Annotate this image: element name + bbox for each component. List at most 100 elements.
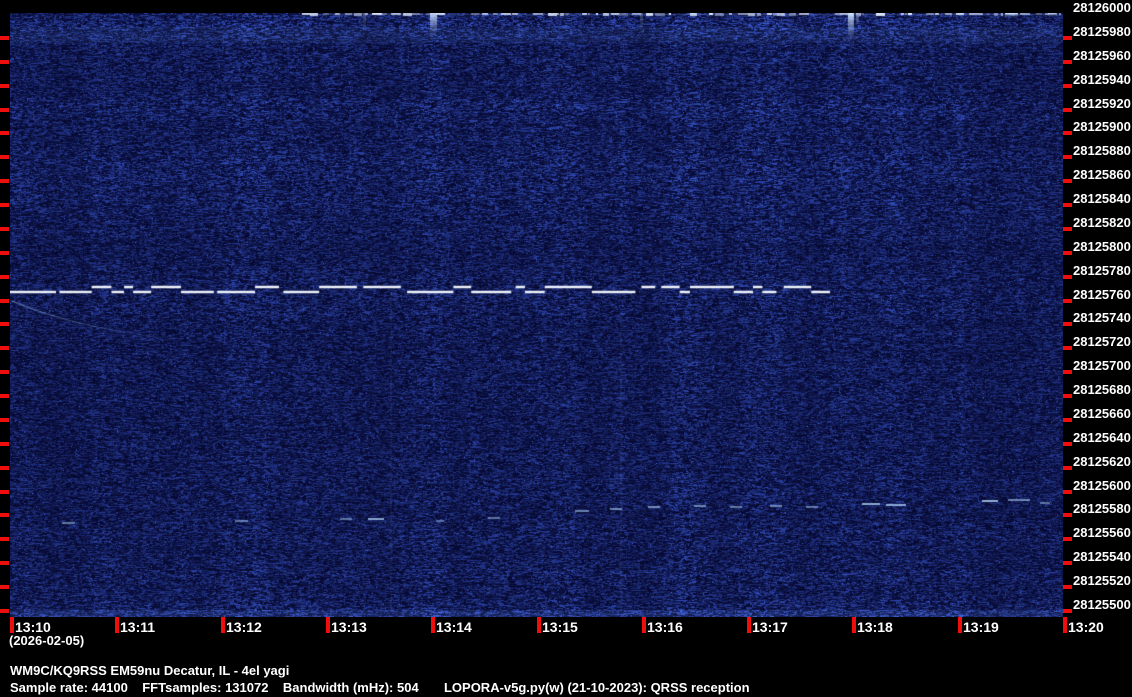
frequency-tick-right xyxy=(1063,394,1072,398)
frequency-tick-right xyxy=(1063,442,1072,446)
frequency-label: 28125960 xyxy=(1073,48,1131,63)
frequency-tick-right xyxy=(1063,227,1072,231)
time-tick xyxy=(642,617,646,633)
frequency-tick-left xyxy=(0,179,9,183)
time-label: 13:16 xyxy=(647,619,683,635)
frequency-label: 28125680 xyxy=(1073,382,1131,397)
frequency-tick-left xyxy=(0,36,9,40)
frequency-tick-left xyxy=(0,561,9,565)
frequency-tick-left xyxy=(0,513,9,517)
frequency-tick-left xyxy=(0,60,9,64)
frequency-tick-left xyxy=(0,84,9,88)
frequency-label: 28125860 xyxy=(1073,167,1131,182)
frequency-tick-right xyxy=(1063,370,1072,374)
frequency-tick-right xyxy=(1063,251,1072,255)
frequency-tick-right xyxy=(1063,513,1072,517)
frequency-tick-right xyxy=(1063,131,1072,135)
frequency-label: 28125640 xyxy=(1073,430,1131,445)
frequency-tick-right xyxy=(1063,155,1072,159)
frequency-label: 28125980 xyxy=(1073,24,1131,39)
frequency-tick-left xyxy=(0,155,9,159)
time-tick xyxy=(852,617,856,633)
frequency-tick-left xyxy=(0,609,9,613)
frequency-tick-right xyxy=(1063,179,1072,183)
time-label: 13:17 xyxy=(752,619,788,635)
time-tick xyxy=(747,617,751,633)
frequency-label: 28125820 xyxy=(1073,215,1131,230)
frequency-label: 28125700 xyxy=(1073,358,1131,373)
frequency-tick-left xyxy=(0,322,9,326)
time-tick xyxy=(958,617,962,633)
frequency-label: 28125520 xyxy=(1073,573,1131,588)
frequency-label: 28125620 xyxy=(1073,454,1131,469)
frequency-tick-right xyxy=(1063,466,1072,470)
frequency-tick-left xyxy=(0,275,9,279)
frequency-tick-left xyxy=(0,466,9,470)
date-label: (2026-02-05) xyxy=(9,633,85,648)
frequency-tick-left xyxy=(0,251,9,255)
time-label: 13:19 xyxy=(963,619,999,635)
frequency-tick-right xyxy=(1063,490,1072,494)
time-label: 13:12 xyxy=(226,619,262,635)
frequency-label: 28125720 xyxy=(1073,334,1131,349)
time-label: 13:15 xyxy=(542,619,578,635)
frequency-tick-left xyxy=(0,131,9,135)
frequency-label: 28125840 xyxy=(1073,191,1131,206)
frequency-tick-right xyxy=(1063,36,1072,40)
frequency-tick-right xyxy=(1063,108,1072,112)
time-label: 13:14 xyxy=(436,619,472,635)
frequency-tick-right xyxy=(1063,537,1072,541)
frequency-tick-left xyxy=(0,299,9,303)
frequency-tick-left xyxy=(0,418,9,422)
frequency-tick-left xyxy=(0,346,9,350)
frequency-label: 28126000 xyxy=(1073,0,1131,15)
frequency-label: 28125660 xyxy=(1073,406,1131,421)
frequency-tick-right xyxy=(1063,84,1072,88)
time-tick xyxy=(326,617,330,633)
frequency-tick-left xyxy=(0,585,9,589)
time-label: 13:13 xyxy=(331,619,367,635)
time-tick xyxy=(1063,617,1067,633)
frequency-tick-left xyxy=(0,394,9,398)
parameters-info-line: Sample rate: 44100 FFTsamples: 131072 Ba… xyxy=(10,680,750,695)
frequency-label: 28125580 xyxy=(1073,501,1131,516)
time-tick xyxy=(221,617,225,633)
time-tick xyxy=(10,617,14,633)
time-tick xyxy=(431,617,435,633)
frequency-tick-right xyxy=(1063,561,1072,565)
spectrogram-plot xyxy=(10,13,1063,617)
station-info-line: WM9C/KQ9RSS EM59nu Decatur, IL - 4el yag… xyxy=(10,663,290,678)
frequency-label: 28125880 xyxy=(1073,143,1131,158)
frequency-tick-left xyxy=(0,442,9,446)
frequency-tick-left xyxy=(0,490,9,494)
frequency-label: 28125940 xyxy=(1073,72,1131,87)
frequency-tick-right xyxy=(1063,346,1072,350)
frequency-label: 28125780 xyxy=(1073,263,1131,278)
time-tick xyxy=(115,617,119,633)
frequency-tick-right xyxy=(1063,609,1072,613)
frequency-label: 28125920 xyxy=(1073,96,1131,111)
frequency-label: 28125600 xyxy=(1073,478,1131,493)
frequency-tick-left xyxy=(0,370,9,374)
frequency-label: 28125740 xyxy=(1073,310,1131,325)
frequency-label: 28125540 xyxy=(1073,549,1131,564)
time-label: 13:18 xyxy=(857,619,893,635)
frequency-tick-right xyxy=(1063,275,1072,279)
frequency-label: 28125500 xyxy=(1073,597,1131,612)
frequency-tick-right xyxy=(1063,299,1072,303)
frequency-tick-right xyxy=(1063,322,1072,326)
time-label: 13:20 xyxy=(1068,619,1104,635)
frequency-tick-left xyxy=(0,537,9,541)
frequency-tick-left xyxy=(0,203,9,207)
frequency-label: 28125760 xyxy=(1073,287,1131,302)
time-label: 13:11 xyxy=(120,619,156,635)
frequency-label: 28125560 xyxy=(1073,525,1131,540)
frequency-tick-right xyxy=(1063,60,1072,64)
frequency-tick-left xyxy=(0,227,9,231)
frequency-tick-right xyxy=(1063,418,1072,422)
frequency-tick-left xyxy=(0,108,9,112)
lopora-qrss-grabber: { "axes": { "date_label": "(2026-02-05)"… xyxy=(0,0,1132,697)
frequency-tick-right xyxy=(1063,203,1072,207)
frequency-tick-right xyxy=(1063,585,1072,589)
spectrogram-canvas xyxy=(10,13,1063,617)
